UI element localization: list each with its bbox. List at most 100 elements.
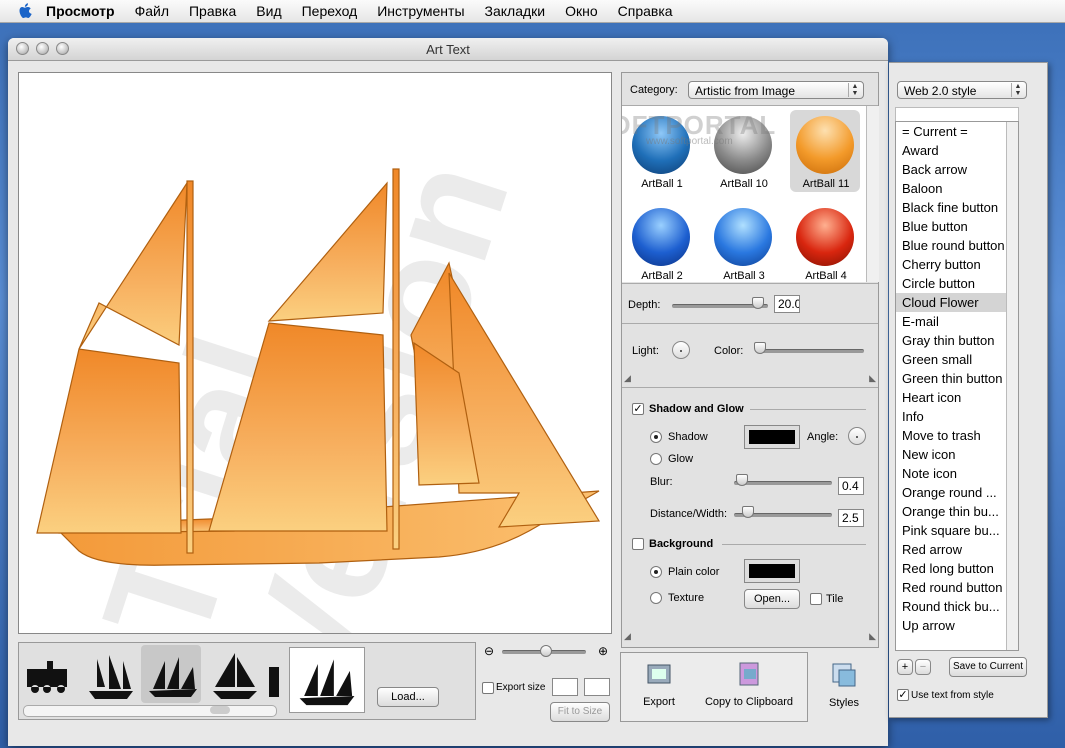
preview-canvas[interactable]: Trial Version: [18, 72, 612, 634]
distance-field[interactable]: 2.5: [838, 509, 864, 527]
background-checkbox[interactable]: [632, 538, 644, 550]
collapse-right-icon[interactable]: ◣: [869, 373, 876, 384]
style-list-item[interactable]: Move to trash: [896, 426, 1018, 445]
menu-view[interactable]: Вид: [256, 3, 281, 19]
menu-window[interactable]: Окно: [565, 3, 598, 19]
shadow-radio[interactable]: [650, 431, 662, 443]
glow-label: Glow: [668, 453, 694, 465]
menu-app[interactable]: Просмотр: [46, 3, 115, 19]
zoom-out-icon[interactable]: ⊖: [484, 644, 494, 658]
strip-scrollbar[interactable]: [23, 705, 277, 717]
remove-style-button[interactable]: −: [915, 659, 931, 675]
style-list-item[interactable]: Orange thin bu...: [896, 502, 1018, 521]
save-to-current-button[interactable]: Save to Current: [949, 657, 1027, 677]
ball-3[interactable]: [714, 208, 772, 266]
style-list-item[interactable]: Orange round ...: [896, 483, 1018, 502]
background-color-well[interactable]: [744, 559, 800, 583]
style-list-item[interactable]: Blue button: [896, 217, 1018, 236]
open-texture-button[interactable]: Open...: [744, 589, 800, 609]
style-list-item[interactable]: Award: [896, 141, 1018, 160]
sailboat-thumb[interactable]: [207, 647, 263, 703]
add-style-button[interactable]: +: [897, 659, 913, 675]
blur-slider[interactable]: [734, 481, 832, 485]
style-list-item[interactable]: Up arrow: [896, 616, 1018, 635]
style-list-item[interactable]: Blue round button: [896, 236, 1018, 255]
style-list-item[interactable]: Gray thin button: [896, 331, 1018, 350]
shadow-color-well[interactable]: [744, 425, 800, 449]
color-label: Color:: [714, 345, 744, 357]
menu-edit[interactable]: Правка: [189, 3, 236, 19]
menu-help[interactable]: Справка: [618, 3, 673, 19]
apple-menu-icon[interactable]: [16, 2, 36, 20]
export-size-checkbox[interactable]: [482, 682, 494, 694]
train-thumb[interactable]: [23, 647, 79, 703]
style-list-item[interactable]: Red long button: [896, 559, 1018, 578]
blur-field[interactable]: 0.4: [838, 477, 864, 495]
fit-to-size-button[interactable]: Fit to Size: [550, 702, 610, 722]
style-list[interactable]: = Current = Award Back arrow Baloon Black fi…: [895, 121, 1019, 651]
style-list-item[interactable]: = Current =: [896, 122, 1018, 141]
depth-field[interactable]: 20.0: [774, 295, 800, 313]
menu-go[interactable]: Переход: [302, 3, 358, 19]
collapse-left-icon[interactable]: ◢: [624, 373, 631, 384]
style-list-item[interactable]: Baloon: [896, 179, 1018, 198]
tile-checkbox[interactable]: [810, 593, 822, 605]
style-list-item[interactable]: E-mail: [896, 312, 1018, 331]
distance-slider-thumb[interactable]: [742, 506, 754, 518]
styles-tool[interactable]: Styles: [820, 660, 868, 709]
style-list-item[interactable]: Info: [896, 407, 1018, 426]
style-list-item[interactable]: Back arrow: [896, 160, 1018, 179]
ball-4[interactable]: [796, 208, 854, 266]
collapse-right-icon[interactable]: ◣: [869, 631, 876, 642]
export-width-field[interactable]: [552, 678, 578, 696]
ball-2[interactable]: [632, 208, 690, 266]
load-button[interactable]: Load...: [377, 687, 439, 707]
zoom-in-icon[interactable]: ⊕: [598, 644, 608, 658]
gallery-scrollbar[interactable]: [866, 106, 879, 282]
ball-11[interactable]: [796, 116, 854, 174]
plain-color-radio[interactable]: [650, 566, 662, 578]
color-slider[interactable]: [758, 349, 864, 353]
style-list-item[interactable]: Circle button: [896, 274, 1018, 293]
export-height-field[interactable]: [584, 678, 610, 696]
style-set-select[interactable]: Web 2.0 style ▲ ▼: [897, 81, 1027, 99]
copy-clipboard-tool[interactable]: Copy to Clipboard: [697, 659, 801, 708]
style-list-scrollbar[interactable]: [1006, 122, 1018, 650]
style-list-item[interactable]: Green small: [896, 350, 1018, 369]
selected-image-preview[interactable]: [289, 647, 365, 713]
blur-slider-thumb[interactable]: [736, 474, 748, 486]
partial-thumb[interactable]: [267, 647, 281, 703]
style-list-item[interactable]: New icon: [896, 445, 1018, 464]
angle-label: Angle:: [807, 431, 839, 443]
style-list-item[interactable]: Note icon: [896, 464, 1018, 483]
style-list-item[interactable]: Pink square bu...: [896, 521, 1018, 540]
angle-dial[interactable]: [848, 427, 866, 445]
ship-thumb-1[interactable]: [83, 647, 139, 703]
ship-thumb-2[interactable]: [145, 647, 201, 703]
style-list-item[interactable]: Cherry button: [896, 255, 1018, 274]
collapse-left-icon[interactable]: ◢: [624, 631, 631, 642]
export-tool[interactable]: Export: [631, 659, 687, 708]
menu-tools[interactable]: Инструменты: [377, 3, 464, 19]
style-list-item[interactable]: Heart icon: [896, 388, 1018, 407]
texture-radio[interactable]: [650, 592, 662, 604]
style-list-item[interactable]: Round thick bu...: [896, 597, 1018, 616]
style-gallery[interactable]: ArtBall 1 ArtBall 10 ArtBall 11 ArtBall …: [622, 106, 866, 282]
style-list-item[interactable]: Cloud Flower: [896, 293, 1018, 312]
style-list-item[interactable]: Black fine button: [896, 198, 1018, 217]
light-dial[interactable]: [672, 341, 690, 359]
shadow-glow-checkbox[interactable]: ✓: [632, 403, 644, 415]
style-list-item[interactable]: Red arrow: [896, 540, 1018, 559]
depth-slider-thumb[interactable]: [752, 297, 764, 309]
export-icon: [647, 664, 671, 684]
color-slider-thumb[interactable]: [754, 342, 766, 354]
menu-bookmarks[interactable]: Закладки: [485, 3, 546, 19]
use-text-checkbox[interactable]: ✓: [897, 689, 909, 701]
title-bar[interactable]: Art Text: [8, 38, 888, 61]
style-list-item[interactable]: Green thin button: [896, 369, 1018, 388]
menu-file[interactable]: Файл: [135, 3, 169, 19]
zoom-slider-thumb[interactable]: [540, 645, 552, 657]
category-select[interactable]: Artistic from Image ▲ ▼: [688, 81, 864, 99]
glow-radio[interactable]: [650, 453, 662, 465]
style-list-item[interactable]: Red round button: [896, 578, 1018, 597]
